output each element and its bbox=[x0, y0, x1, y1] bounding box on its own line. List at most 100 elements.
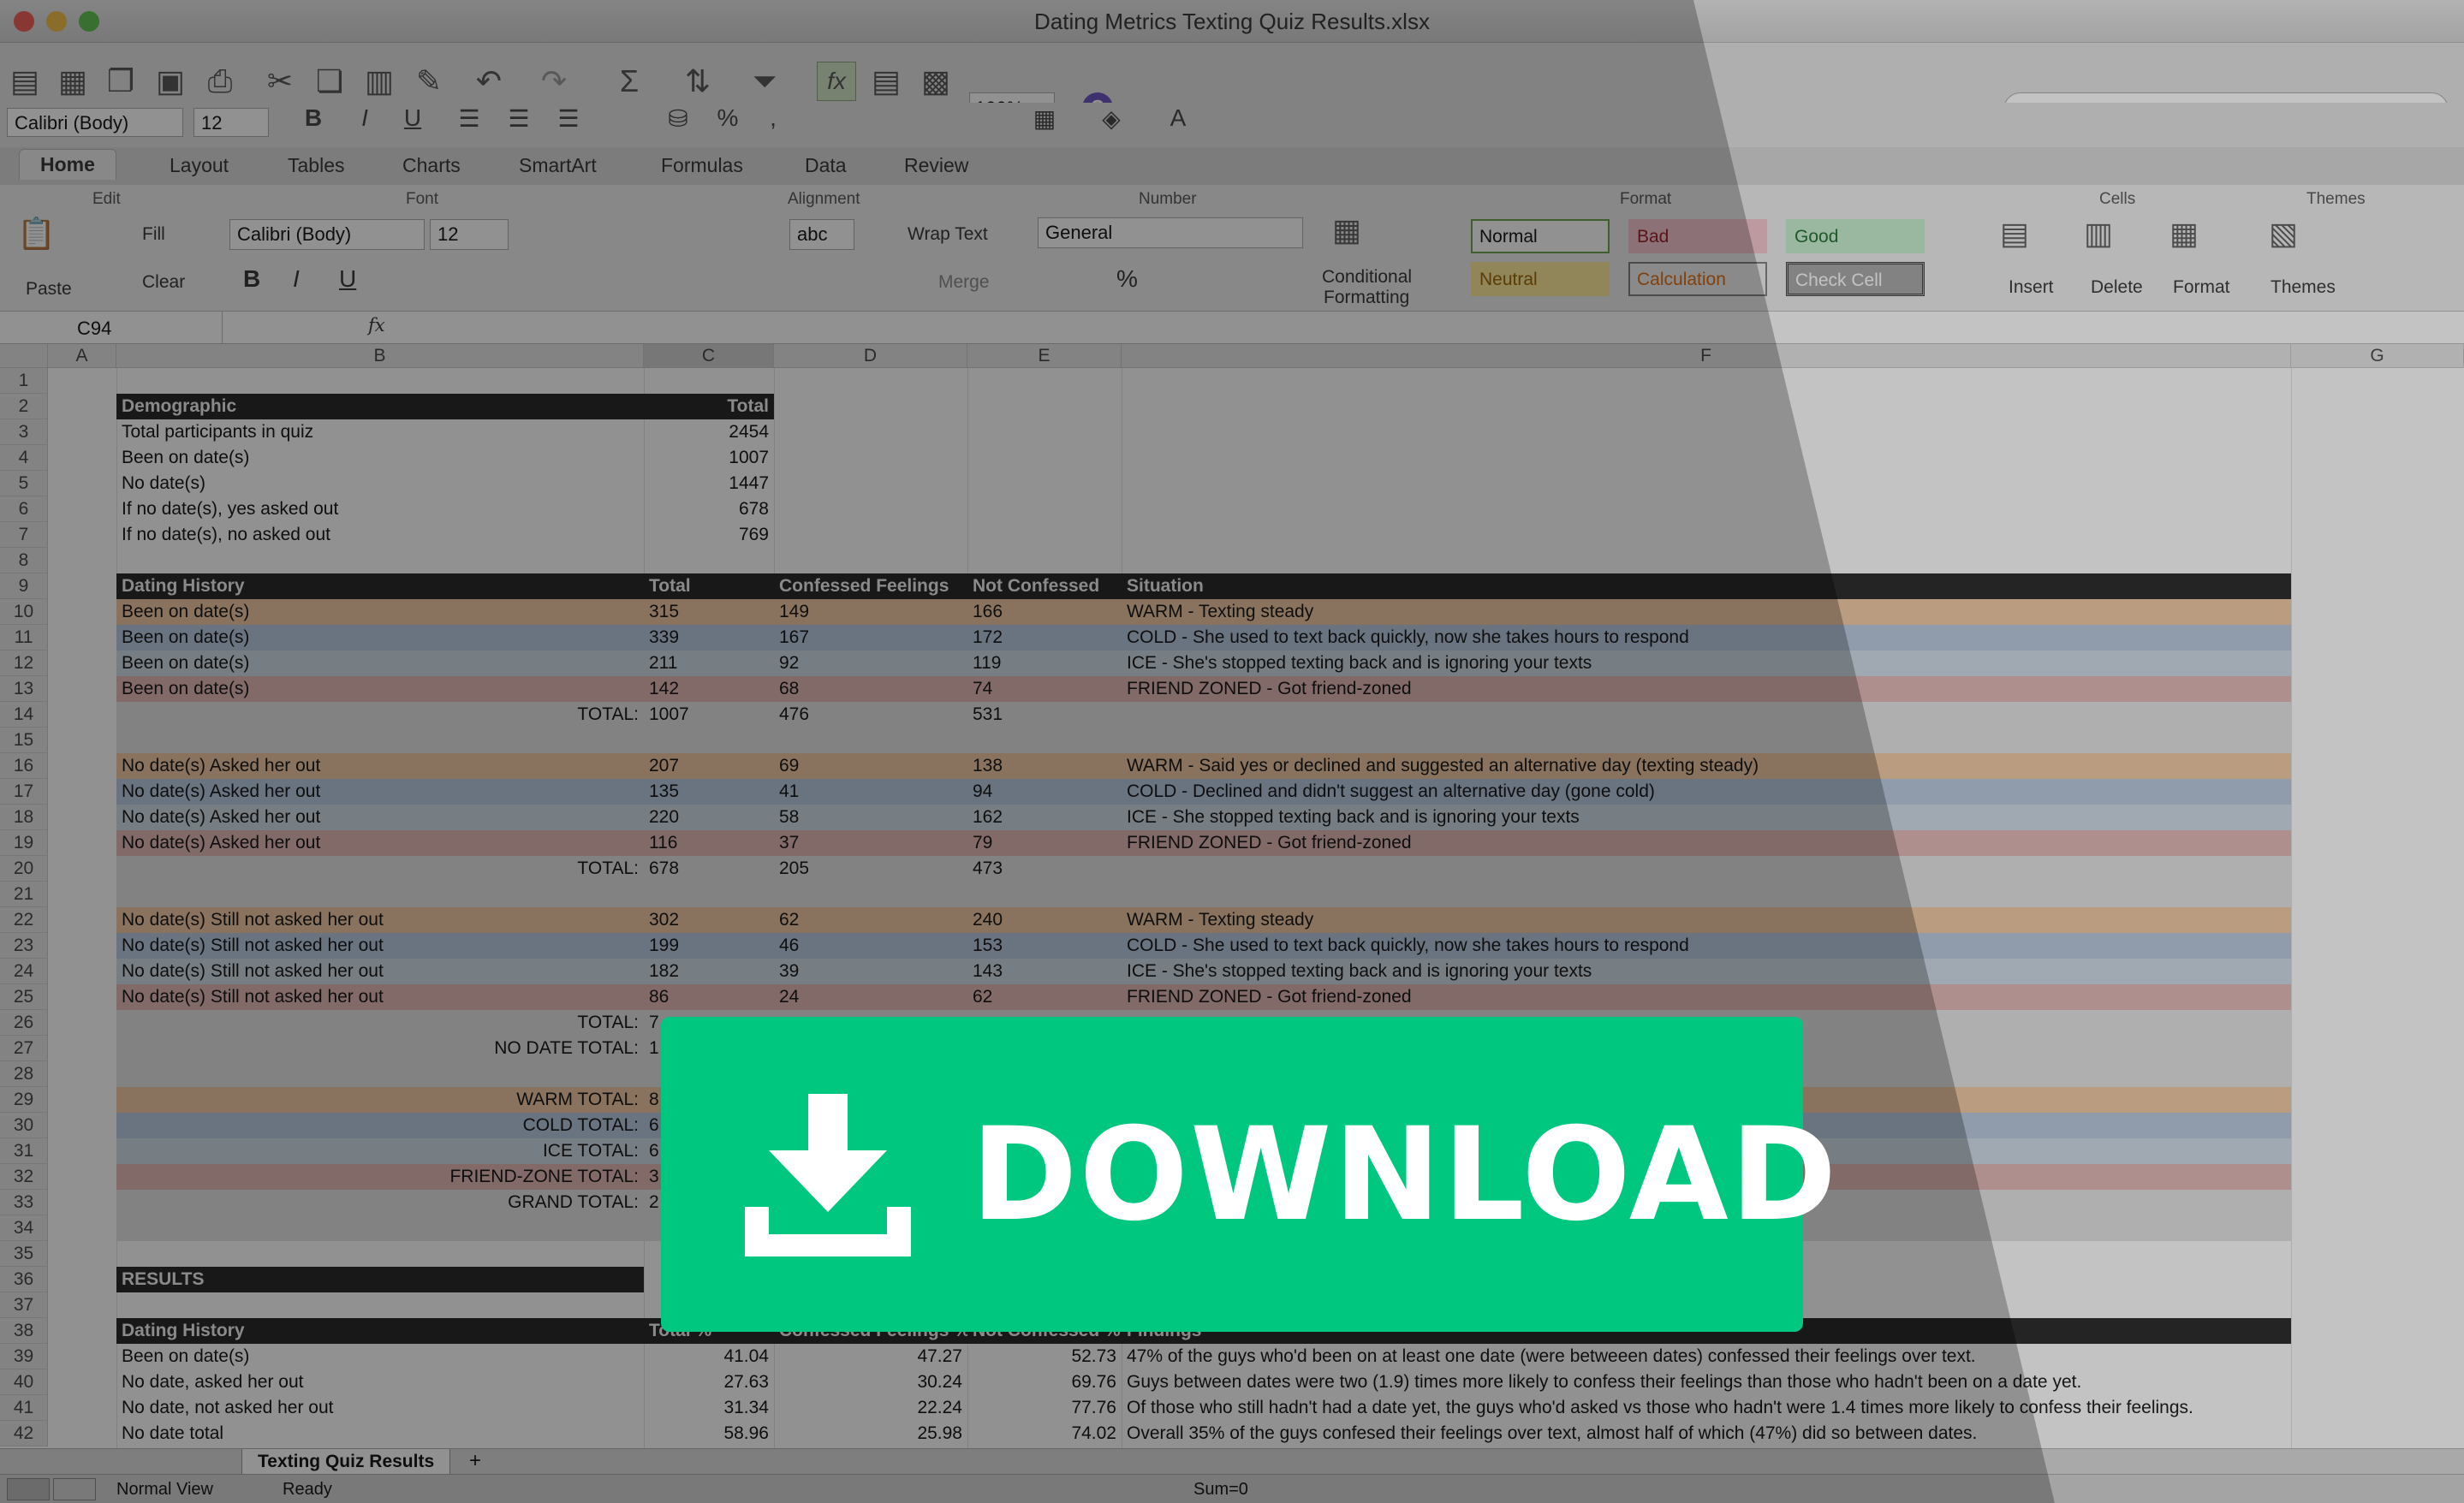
cell-b26[interactable]: TOTAL: bbox=[116, 1010, 644, 1036]
conditional-formatting-icon[interactable]: ▦ bbox=[1332, 212, 1361, 248]
ribbon-bold-button[interactable]: B bbox=[243, 265, 260, 293]
cell-c23[interactable]: 199 bbox=[644, 933, 774, 959]
cell-e25[interactable]: 62 bbox=[967, 984, 1122, 1010]
cell-b35[interactable] bbox=[116, 1241, 644, 1267]
font-name-select[interactable]: Calibri (Body) bbox=[7, 108, 183, 137]
row-header[interactable]: 19 bbox=[0, 830, 48, 856]
cell-e16[interactable]: 138 bbox=[967, 753, 1122, 779]
cell-f11[interactable]: COLD - She used to text back quickly, no… bbox=[1122, 625, 2291, 651]
paste-icon[interactable]: ▥ bbox=[360, 62, 399, 101]
normal-view-icon[interactable] bbox=[7, 1478, 50, 1500]
new-workbook-icon[interactable]: ▤ bbox=[5, 62, 45, 101]
cell-e10[interactable]: 166 bbox=[967, 599, 1122, 625]
cell-c4[interactable]: 1007 bbox=[644, 445, 774, 471]
cell-b18[interactable]: No date(s) Asked her out bbox=[116, 805, 644, 830]
copy-icon[interactable]: ❏ bbox=[310, 62, 349, 101]
cell-d13[interactable]: 68 bbox=[774, 676, 967, 702]
cell-e17[interactable]: 94 bbox=[967, 779, 1122, 805]
cell-b34[interactable] bbox=[116, 1215, 644, 1241]
ribbon-percent-button[interactable]: % bbox=[1116, 265, 1138, 293]
sum-indicator[interactable]: Sum=0 bbox=[1193, 1480, 1248, 1500]
cell-b24[interactable]: No date(s) Still not asked her out bbox=[116, 959, 644, 984]
cell-d21[interactable] bbox=[774, 882, 967, 907]
cell-f3[interactable] bbox=[1122, 419, 2291, 445]
cell-b11[interactable]: Been on date(s) bbox=[116, 625, 644, 651]
cell-b20[interactable]: TOTAL: bbox=[116, 856, 644, 882]
cell-d6[interactable] bbox=[774, 496, 967, 522]
cell-d5[interactable] bbox=[774, 471, 967, 496]
page-layout-view-icon[interactable] bbox=[53, 1478, 96, 1500]
cell-b16[interactable]: No date(s) Asked her out bbox=[116, 753, 644, 779]
cell-d4[interactable] bbox=[774, 445, 967, 471]
cell-d19[interactable]: 37 bbox=[774, 830, 967, 856]
cell-c22[interactable]: 302 bbox=[644, 907, 774, 933]
cell-e9[interactable]: Not Confessed bbox=[967, 573, 1122, 599]
cell-c9[interactable]: Total bbox=[644, 573, 774, 599]
cell-f8[interactable] bbox=[1122, 548, 2291, 573]
cell-d17[interactable]: 41 bbox=[774, 779, 967, 805]
cell-d3[interactable] bbox=[774, 419, 967, 445]
cell-c7[interactable]: 769 bbox=[644, 522, 774, 548]
format-button[interactable]: Format bbox=[2173, 277, 2230, 298]
cell-e2[interactable] bbox=[967, 394, 1122, 419]
cell-e22[interactable]: 240 bbox=[967, 907, 1122, 933]
cell-c2[interactable]: Total bbox=[644, 394, 774, 419]
cell-f10[interactable]: WARM - Texting steady bbox=[1122, 599, 2291, 625]
cell-b8[interactable] bbox=[116, 548, 644, 573]
row-header[interactable]: 12 bbox=[0, 651, 48, 676]
cell-c21[interactable] bbox=[644, 882, 774, 907]
row-header[interactable]: 26 bbox=[0, 1010, 48, 1036]
align-center-icon[interactable]: ☰ bbox=[502, 104, 536, 139]
gallery-icon[interactable]: ▩ bbox=[916, 62, 955, 101]
row-header[interactable]: 20 bbox=[0, 856, 48, 882]
row-header[interactable]: 31 bbox=[0, 1138, 48, 1164]
row-header[interactable]: 36 bbox=[0, 1267, 48, 1292]
row-header[interactable]: 37 bbox=[0, 1292, 48, 1318]
row-header[interactable]: 11 bbox=[0, 625, 48, 651]
cell-d22[interactable]: 62 bbox=[774, 907, 967, 933]
cell-d16[interactable]: 69 bbox=[774, 753, 967, 779]
row-header[interactable]: 3 bbox=[0, 419, 48, 445]
column-header-b[interactable]: B bbox=[116, 344, 644, 368]
cell-e24[interactable]: 143 bbox=[967, 959, 1122, 984]
cell-c14[interactable]: 1007 bbox=[644, 702, 774, 728]
column-header-d[interactable]: D bbox=[774, 344, 967, 368]
cell-d25[interactable]: 24 bbox=[774, 984, 967, 1010]
ribbon-font-select[interactable]: Calibri (Body) bbox=[229, 219, 425, 250]
cell-c24[interactable]: 182 bbox=[644, 959, 774, 984]
cell-b22[interactable]: No date(s) Still not asked her out bbox=[116, 907, 644, 933]
cell-e19[interactable]: 79 bbox=[967, 830, 1122, 856]
row-header[interactable]: 25 bbox=[0, 984, 48, 1010]
cell-c13[interactable]: 142 bbox=[644, 676, 774, 702]
filter-icon[interactable]: ⏷ bbox=[745, 62, 784, 101]
style-bad[interactable]: Bad bbox=[1628, 219, 1767, 253]
cell-d42[interactable]: 25.98 bbox=[774, 1421, 967, 1447]
cell-e4[interactable] bbox=[967, 445, 1122, 471]
cell-f20[interactable] bbox=[1122, 856, 2291, 882]
cell-f6[interactable] bbox=[1122, 496, 2291, 522]
cell-f13[interactable]: FRIEND ZONED - Got friend-zoned bbox=[1122, 676, 2291, 702]
cell-e21[interactable] bbox=[967, 882, 1122, 907]
comma-icon[interactable]: , bbox=[760, 104, 786, 139]
style-good[interactable]: Good bbox=[1786, 219, 1925, 253]
cell-b5[interactable]: No date(s) bbox=[116, 471, 644, 496]
cell-b1[interactable] bbox=[116, 368, 644, 394]
cell-f5[interactable] bbox=[1122, 471, 2291, 496]
cell-f16[interactable]: WARM - Said yes or declined and suggeste… bbox=[1122, 753, 2291, 779]
style-neutral[interactable]: Neutral bbox=[1471, 262, 1610, 296]
cell-f15[interactable] bbox=[1122, 728, 2291, 753]
style-normal[interactable]: Normal bbox=[1471, 219, 1610, 253]
row-header[interactable]: 8 bbox=[0, 548, 48, 573]
cell-b23[interactable]: No date(s) Still not asked her out bbox=[116, 933, 644, 959]
cell-b31[interactable]: ICE TOTAL: bbox=[116, 1138, 644, 1164]
row-header[interactable]: 40 bbox=[0, 1369, 48, 1395]
text-orientation-select[interactable]: abc bbox=[789, 219, 854, 250]
cell-f2[interactable] bbox=[1122, 394, 2291, 419]
cell-f18[interactable]: ICE - She stopped texting back and is ig… bbox=[1122, 805, 2291, 830]
cell-d23[interactable]: 46 bbox=[774, 933, 967, 959]
cell-b19[interactable]: No date(s) Asked her out bbox=[116, 830, 644, 856]
tab-home[interactable]: Home bbox=[19, 149, 116, 180]
cell-c8[interactable] bbox=[644, 548, 774, 573]
row-header[interactable]: 1 bbox=[0, 368, 48, 394]
merge-button[interactable]: Merge bbox=[938, 272, 990, 293]
